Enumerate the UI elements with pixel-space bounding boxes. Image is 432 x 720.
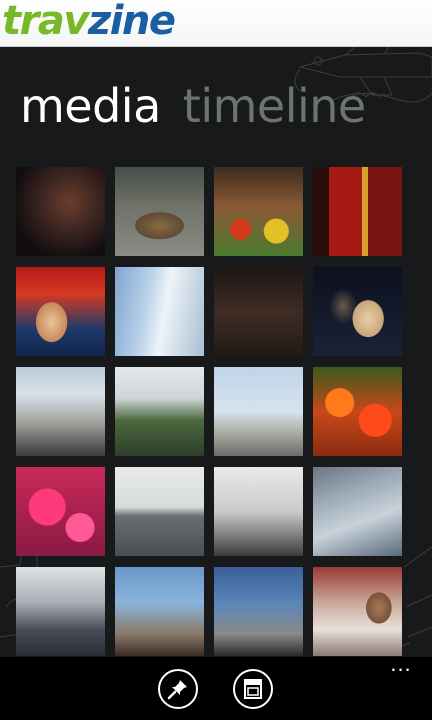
- photo-train-portrait[interactable]: [313, 567, 402, 656]
- pin-button[interactable]: [158, 669, 198, 709]
- photo-bronze-pig[interactable]: [115, 167, 204, 256]
- photo-stone-wall-room[interactable]: [214, 267, 303, 356]
- photo-glass-building[interactable]: [115, 267, 204, 356]
- photo-seaplane[interactable]: [214, 367, 303, 456]
- photo-pink-dahlias[interactable]: [16, 467, 105, 556]
- photo-orange-flowers[interactable]: [313, 367, 402, 456]
- more-options-button[interactable]: ...: [388, 653, 414, 675]
- pivot-item-timeline[interactable]: timeline: [183, 76, 366, 136]
- pivot-item-media[interactable]: media: [20, 76, 161, 136]
- app-bar: ...: [0, 653, 432, 720]
- photo-tower-closeup[interactable]: [214, 567, 303, 656]
- logo-text-zine: zine: [87, 0, 176, 44]
- photo-space-needle[interactable]: [214, 467, 303, 556]
- photo-harbor-view[interactable]: [115, 367, 204, 456]
- photo-couple-night[interactable]: [313, 267, 402, 356]
- photo-aerial-window[interactable]: [313, 467, 402, 556]
- calendar-icon: [244, 679, 262, 699]
- photo-ferry-boat[interactable]: [115, 467, 204, 556]
- logo-text-trav: trav: [2, 0, 89, 44]
- app-header: travzine: [0, 0, 432, 47]
- photo-market-stall[interactable]: [214, 167, 303, 256]
- pin-icon: [167, 680, 187, 700]
- photo-city-skyline-dusk[interactable]: [16, 567, 105, 656]
- photo-dark-ember[interactable]: [16, 167, 105, 256]
- calendar-button[interactable]: [233, 669, 273, 709]
- photo-grid: [16, 167, 402, 656]
- travzine-logo: travzine: [2, 0, 176, 44]
- photo-circus-poster[interactable]: [313, 167, 402, 256]
- photo-public-market-sign[interactable]: [16, 367, 105, 456]
- pivot-header: media timeline: [20, 76, 388, 136]
- photo-carter-poster[interactable]: [16, 267, 105, 356]
- photo-round-towers[interactable]: [115, 567, 204, 656]
